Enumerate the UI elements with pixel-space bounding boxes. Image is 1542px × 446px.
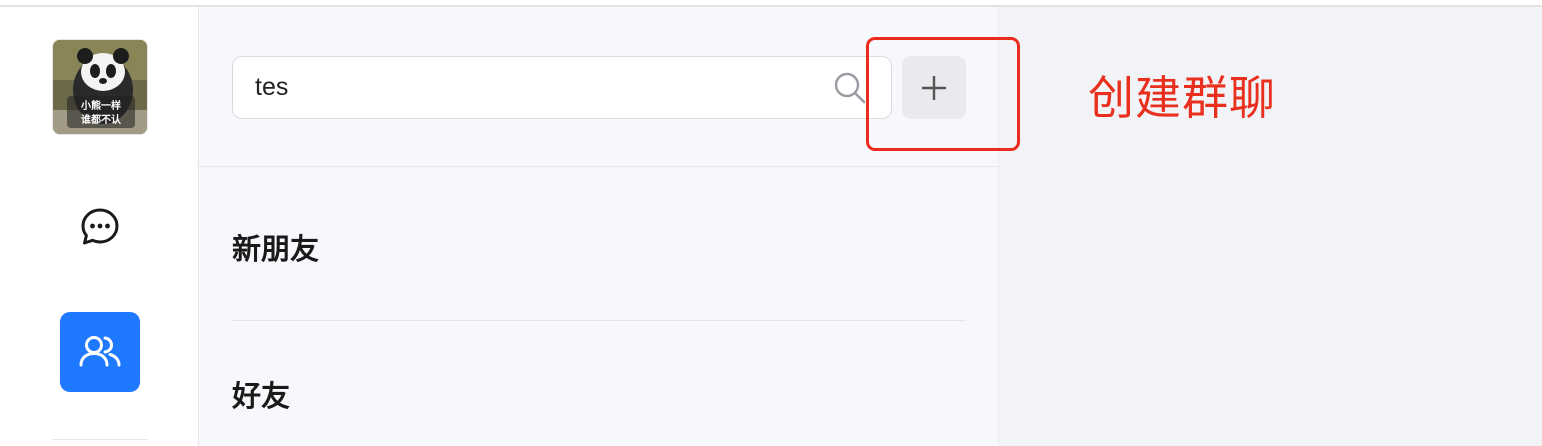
avatar-caption-line-2: 谁都不认 [81, 113, 122, 126]
contacts-icon [79, 336, 121, 367]
avatar[interactable]: 小熊一样 谁都不认 [52, 39, 148, 135]
search-input-value[interactable]: tes [255, 73, 288, 102]
annotation-highlight-box [866, 37, 1020, 151]
chat-bubble-icon [81, 208, 119, 245]
header-divider [199, 166, 999, 167]
window-top-border [0, 0, 1542, 7]
list-divider [232, 320, 966, 321]
sidebar-divider [52, 439, 148, 440]
panda-avatar-image: 小熊一样 谁都不认 [53, 40, 147, 134]
icon-sidebar: 小熊一样 谁都不认 [0, 7, 199, 446]
avatar-caption-line-1: 小熊一样 [80, 99, 121, 112]
chat-nav-button[interactable] [76, 203, 124, 251]
list-item-new-friends[interactable]: 新朋友 [232, 226, 319, 268]
contacts-nav-button[interactable] [60, 312, 140, 392]
search-icon[interactable] [833, 71, 867, 105]
annotation-label: 创建群聊 [1088, 71, 1276, 125]
search-input[interactable]: tes [232, 56, 892, 119]
list-item-friends[interactable]: 好友 [232, 373, 290, 415]
